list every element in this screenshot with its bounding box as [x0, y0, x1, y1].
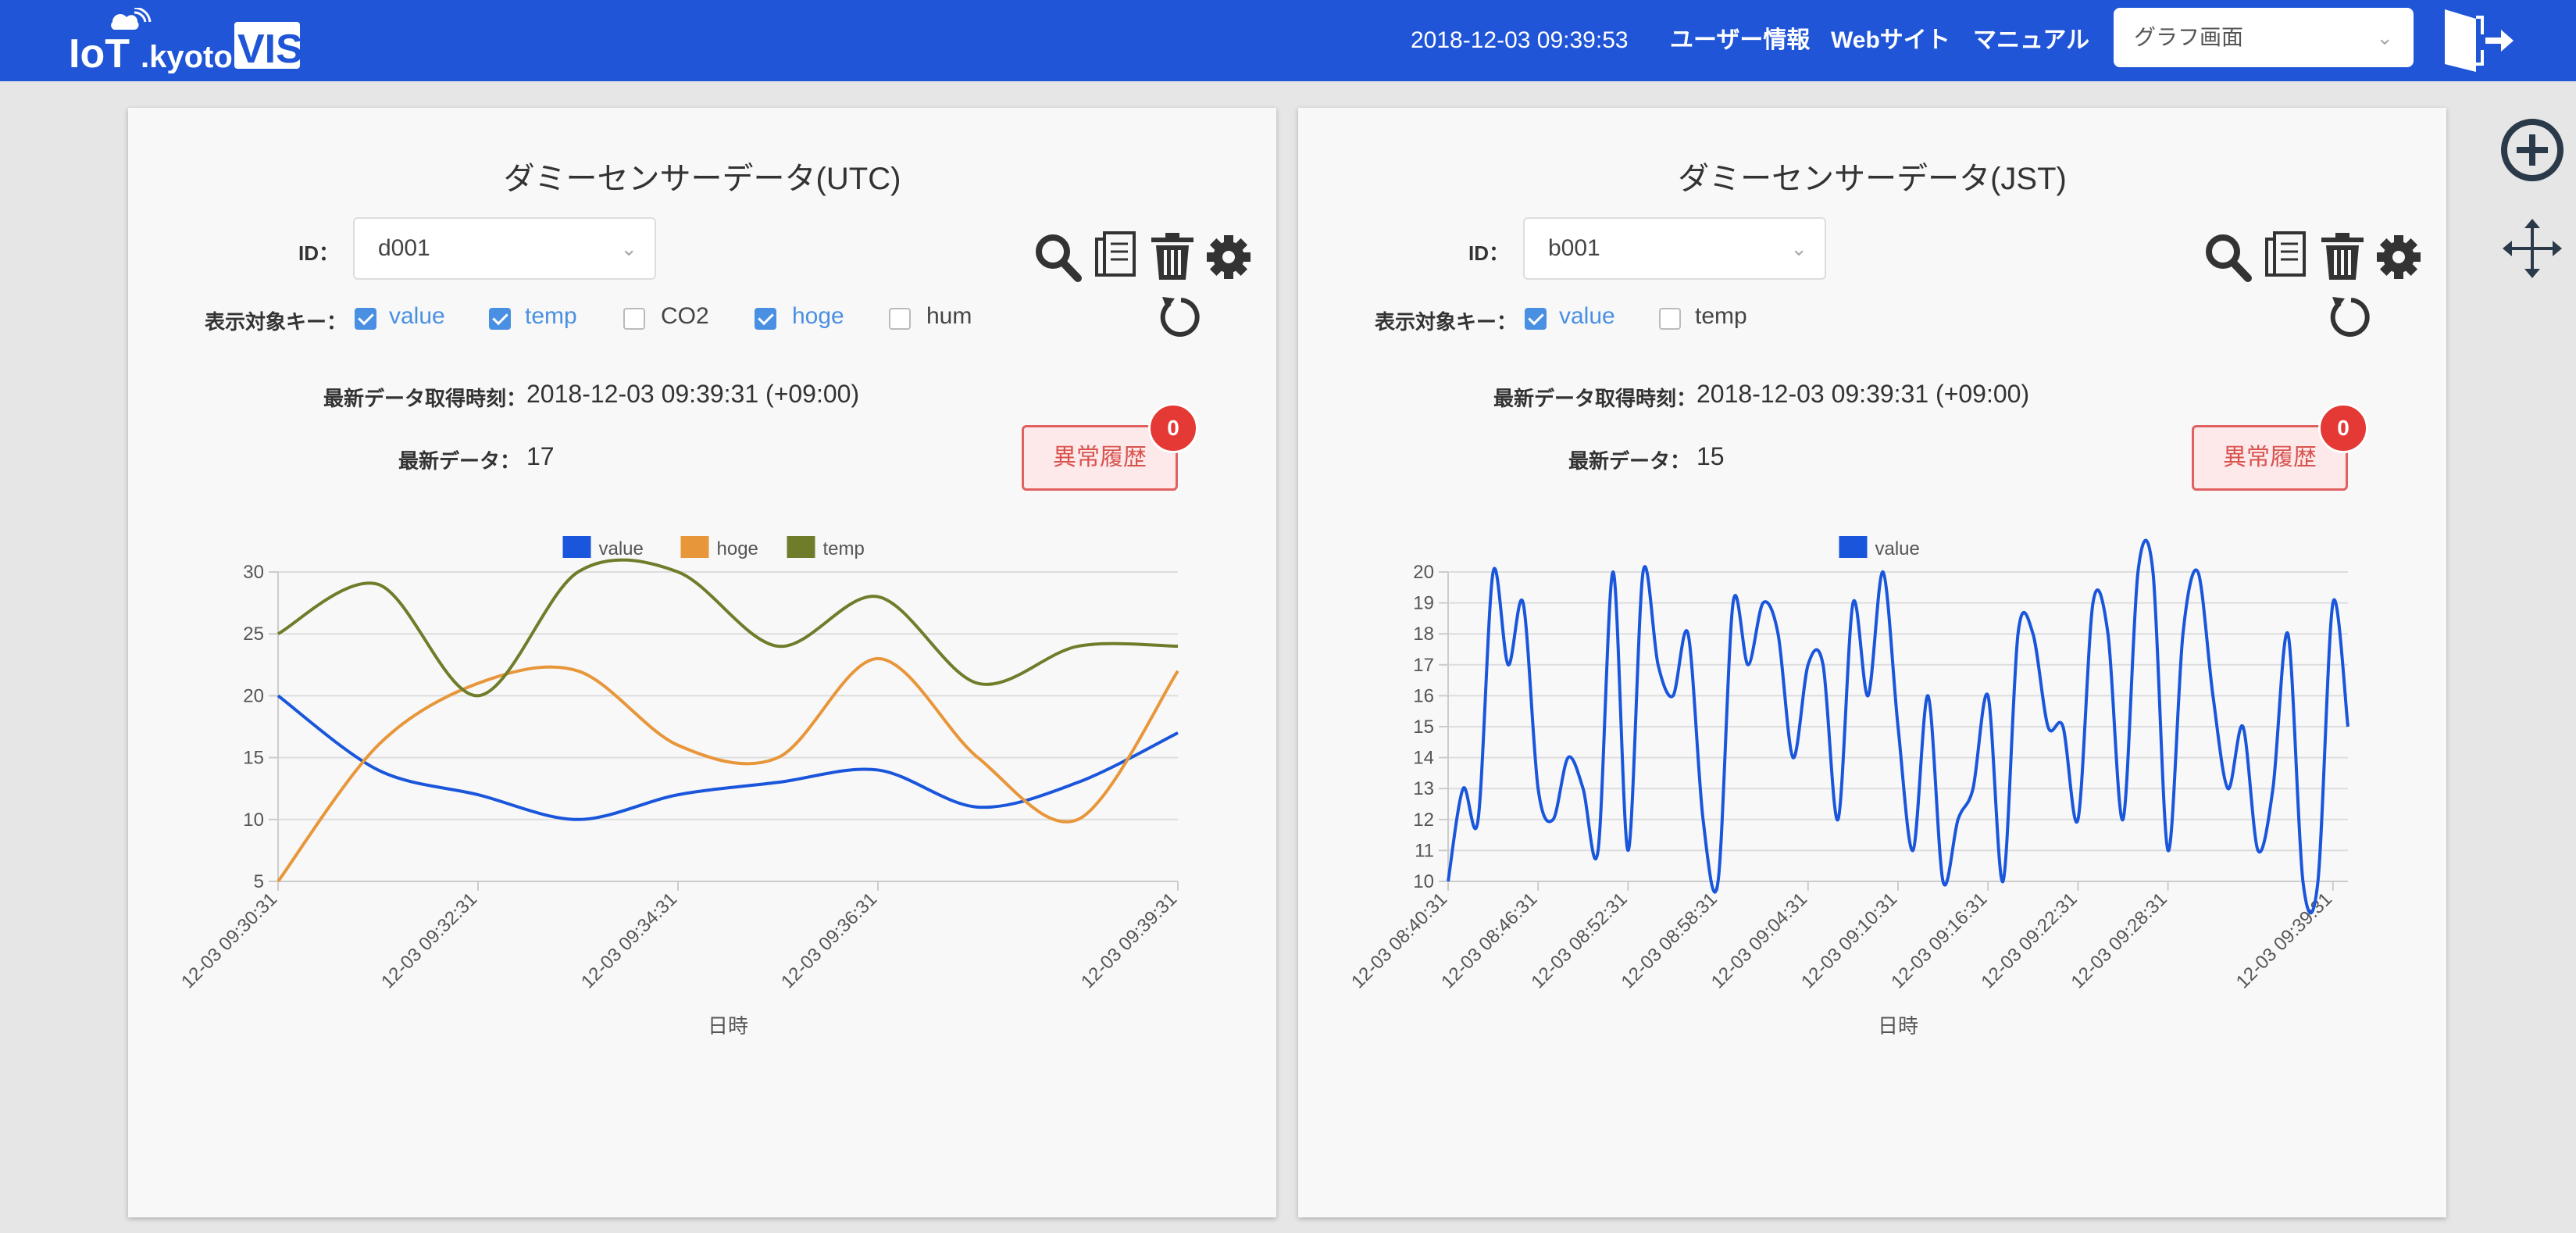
svg-text:.kyoto: .kyoto [141, 40, 233, 73]
chevron-down-icon: ⌄ [2376, 26, 2393, 49]
y-tick-label: 10 [243, 809, 264, 831]
manual-link[interactable]: マニュアル [1973, 22, 2089, 59]
x-axis-label: 日時 [1878, 1014, 1918, 1038]
y-tick-label: 19 [1413, 593, 1434, 614]
x-tick-label: 12-03 09:28:31 [2068, 888, 2171, 992]
legend-label-temp: temp [823, 538, 865, 559]
chart-panel-jst: ダミーセンサーデータ(JST) ID： b001 ⌄ 表示対象キー： value… [1298, 108, 2446, 1217]
x-tick-label: 12-03 09:10:31 [1797, 888, 1901, 992]
y-tick-label: 11 [1415, 840, 1434, 861]
x-tick-label: 12-03 08:40:31 [1347, 888, 1451, 992]
user-info-link[interactable]: ユーザー情報 [1670, 22, 1810, 59]
x-tick-label: 12-03 09:32:31 [377, 888, 481, 992]
x-tick-label: 12-03 08:58:31 [1618, 888, 1721, 992]
y-tick-label: 5 [254, 871, 264, 892]
legend-swatch-value [1839, 536, 1868, 558]
legend-label-value: value [1875, 538, 1920, 559]
svg-text:VIS: VIS [237, 27, 303, 72]
y-tick-label: 25 [243, 624, 264, 645]
top-bar: IoT .kyoto VIS 2018-12-03 09:39:53 ユーザー情… [0, 0, 2576, 81]
add-circle-icon[interactable] [2499, 117, 2565, 183]
move-arrows-icon[interactable] [2503, 219, 2562, 278]
x-tick-label: 12-03 09:22:31 [1977, 888, 2081, 992]
y-tick-label: 15 [1413, 717, 1434, 738]
current-datetime: 2018-12-03 09:39:53 [1411, 27, 1629, 53]
x-tick-label: 12-03 09:16:31 [1887, 888, 1991, 992]
y-tick-label: 16 [1413, 685, 1434, 706]
y-tick-label: 30 [243, 562, 264, 583]
x-axis-label: 日時 [708, 1014, 748, 1038]
line-chart-jst: 101112131415161718192012-03 08:40:3112-0… [1347, 536, 2349, 1038]
y-tick-label: 14 [1413, 748, 1434, 769]
y-tick-label: 18 [1413, 624, 1434, 645]
x-tick-label: 12-03 09:30:31 [177, 888, 281, 992]
svg-text:IoT: IoT [69, 31, 130, 73]
y-tick-label: 20 [243, 685, 264, 706]
chart-panel-utc: ダミーセンサーデータ(UTC) ID： d001 ⌄ 表示対象キー： value… [128, 108, 1276, 1217]
y-tick-label: 15 [243, 748, 264, 769]
iot-kyoto-vis-logo[interactable]: IoT .kyoto VIS [69, 8, 303, 73]
series-line-hoge [277, 656, 1179, 883]
legend-swatch-temp [787, 536, 815, 558]
logout-door-icon[interactable] [2442, 5, 2517, 75]
screen-select-value: グラフ画面 [2134, 25, 2244, 49]
legend-swatch-hoge [680, 536, 709, 558]
x-tick-label: 12-03 08:52:31 [1527, 888, 1631, 992]
legend-swatch-value [562, 536, 591, 558]
legend-label-hoge: hoge [717, 538, 758, 559]
x-tick-label: 12-03 08:46:31 [1437, 888, 1541, 992]
website-link[interactable]: Webサイト [1831, 22, 1950, 59]
y-tick-label: 13 [1413, 778, 1434, 799]
x-tick-label: 12-03 09:39:31 [2232, 888, 2336, 992]
y-tick-label: 10 [1413, 871, 1434, 892]
x-tick-label: 12-03 09:34:31 [577, 888, 681, 992]
y-tick-label: 12 [1413, 809, 1434, 831]
y-tick-label: 17 [1413, 655, 1434, 676]
series-line-temp [277, 558, 1179, 698]
y-tick-label: 20 [1413, 562, 1434, 583]
x-tick-label: 12-03 09:39:31 [1077, 888, 1181, 992]
line-chart-utc: 5 10 15 20 25 30 12-03 09:30:31 12-03 09:32:31 1… [177, 536, 1181, 1038]
x-tick-label: 12-03 09:36:31 [777, 888, 881, 992]
legend-label-value: value [599, 538, 644, 559]
screen-select[interactable]: グラフ画面 ⌄ [2114, 8, 2414, 67]
x-tick-label: 12-03 09:04:31 [1707, 888, 1811, 992]
